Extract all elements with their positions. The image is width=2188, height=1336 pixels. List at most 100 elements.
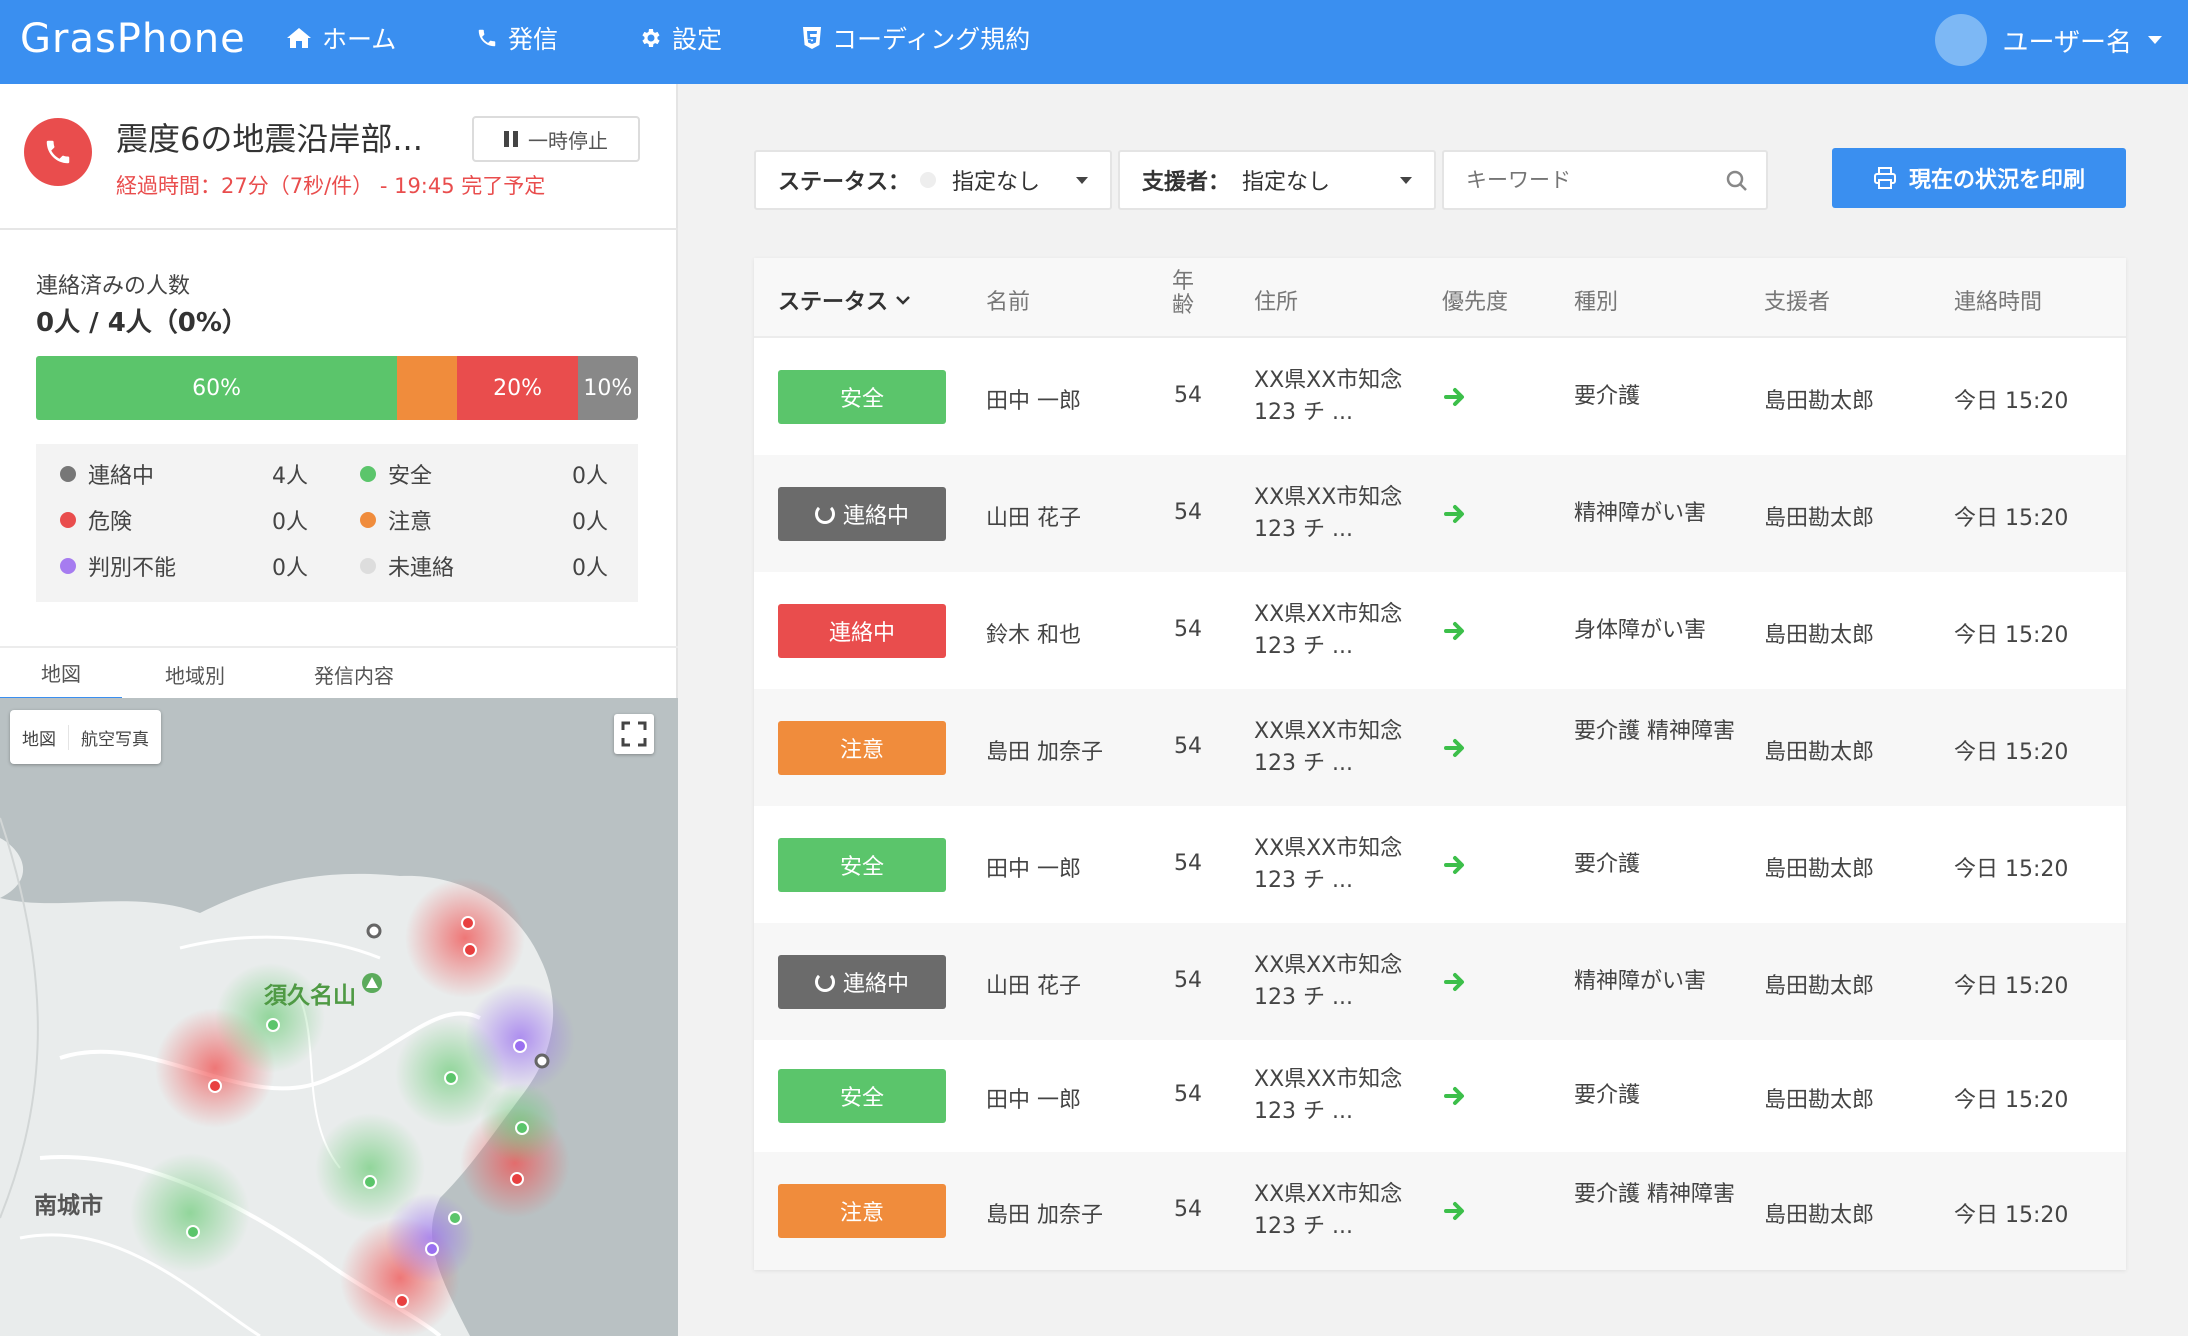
status-badge[interactable]: 安全 [778, 1069, 946, 1123]
gear-icon [642, 29, 660, 47]
phone-icon [478, 29, 496, 47]
table-row[interactable]: 注意 島田 加奈子 54 XX県XX市知念123 チ ... 要介護 精神障害 島田勘太郎… [754, 1152, 2126, 1270]
cell-supporter: 島田勘太郎 [1764, 505, 1875, 531]
table-row[interactable]: 安全 田中 一郎 54 XX県XX市知念123 チ ... 要介護 島田勘太郎 今日 15:… [754, 338, 2126, 455]
cell-address: XX県XX市知念123 チ ... [1254, 367, 1403, 425]
pause-icon [504, 131, 518, 147]
nav-coding-rules-label: コーディング規約 [832, 25, 1031, 54]
search-icon[interactable] [1726, 170, 1748, 192]
arrow-right-icon [1444, 855, 1466, 879]
cell-name: 田中 一郎 [986, 388, 1081, 414]
contacted-count: 0人 / 4人（0%） [36, 308, 248, 338]
cell-supporter: 島田勘太郎 [1764, 739, 1875, 765]
left-tabs: 地図 地域別 発信内容 [0, 646, 678, 700]
print-label: 現在の状況を印刷 [1908, 168, 2085, 193]
table-row[interactable]: 安全 田中 一郎 54 XX県XX市知念123 チ ... 要介護 島田勘太郎 今日 15:… [754, 1040, 2126, 1152]
tab-message[interactable]: 発信内容 [298, 648, 410, 700]
nav-coding-rules[interactable]: コーディング規約 [802, 20, 1030, 56]
status-filter-dot [920, 172, 937, 188]
arrow-right-icon [1444, 387, 1466, 411]
status-badge[interactable]: 連絡中 [778, 954, 946, 1009]
legend-item: 危険 [60, 504, 132, 536]
cell-type: 要介護 精神障害 [1574, 1182, 1735, 1207]
arrow-right-icon [1444, 504, 1466, 528]
cell-name: 田中 一郎 [986, 856, 1081, 882]
th-name: 名前 [986, 290, 1031, 315]
brand-logo[interactable]: GrasPhone [20, 16, 246, 62]
arrow-right-icon [1444, 621, 1466, 645]
status-badge[interactable]: 連絡中 [778, 603, 946, 658]
table-row[interactable]: 連絡中 鈴木 和也 54 XX県XX市知念123 チ ... 身体障がい害 島田勘太郎 今日… [754, 572, 2126, 689]
cell-name: 島田 加奈子 [986, 1203, 1103, 1228]
cell-address: XX県XX市知念123 チ ... [1254, 1067, 1403, 1124]
status-filter-value: 指定なし [952, 170, 1041, 195]
status-badge[interactable]: 注意 [778, 720, 946, 775]
fullscreen-icon[interactable] [614, 714, 654, 754]
cell-time: 今日 15:20 [1954, 388, 2069, 414]
map-label-mountain: 須久名山 [264, 983, 356, 1009]
status-filter[interactable]: ステータス： 指定なし [754, 150, 1112, 210]
th-status[interactable]: ステータス [778, 284, 910, 316]
pause-button[interactable]: 一時停止 [472, 116, 640, 162]
table-header: ステータス 名前 年齢 住所 優先度 種別 支援者 連絡時間 [754, 258, 2126, 338]
table-row[interactable]: 安全 田中 一郎 54 XX県XX市知念123 チ ... 要介護 島田勘太郎 今日 15:… [754, 806, 2126, 923]
arrow-right-icon [1444, 1201, 1466, 1225]
cell-address: XX県XX市知念123 チ ... [1254, 835, 1403, 893]
map-view[interactable]: 須久名山 南城市 地図 航空写真 [0, 698, 678, 1336]
map-type-satellite[interactable]: 航空写真 [69, 725, 161, 750]
cell-supporter: 島田勘太郎 [1764, 388, 1875, 414]
cell-age: 54 [1174, 967, 1202, 993]
contacted-label: 連絡済みの人数 [36, 274, 191, 299]
cell-supporter: 島田勘太郎 [1764, 973, 1875, 999]
arrow-right-icon [1444, 1086, 1466, 1110]
status-badge[interactable]: 安全 [778, 837, 946, 892]
cell-supporter: 島田勘太郎 [1764, 1203, 1875, 1228]
print-button[interactable]: 現在の状況を印刷 [1832, 148, 2126, 208]
left-panel: 震度6の地震沿岸部... 経過時間：27分（7秒/件） - 19:45 完了予定… [0, 84, 678, 1336]
th-address: 住所 [1254, 290, 1299, 315]
table-row[interactable]: 注意 島田 加奈子 54 XX県XX市知念123 チ ... 要介護 精神障害 島田勘太郎… [754, 689, 2126, 806]
th-time: 連絡時間 [1954, 290, 2043, 315]
cell-age: 54 [1174, 616, 1202, 642]
legend-item: 連絡中 [60, 458, 154, 490]
legend-item: 未連絡 [360, 550, 454, 582]
tab-map[interactable]: 地図 [0, 648, 122, 700]
nav-call-label: 発信 [508, 25, 559, 54]
status-legend: 連絡中 4人 安全 0人 危険 0人 注意 0人 判別不能 0人 未連絡 0人 [36, 444, 638, 602]
cell-name: 山田 花子 [986, 973, 1081, 999]
cell-age: 54 [1174, 850, 1202, 876]
cell-type: 精神障がい害 [1574, 968, 1707, 994]
status-dot [360, 466, 376, 482]
supporter-filter[interactable]: 支援者： 指定なし [1118, 150, 1436, 210]
status-badge[interactable]: 安全 [778, 369, 946, 424]
elapsed-time: 経過時間：27分（7秒/件） - 19:45 完了予定 [116, 174, 546, 198]
status-badge[interactable]: 注意 [778, 1184, 946, 1238]
supporter-filter-label: 支援者： [1142, 170, 1231, 195]
keyword-input[interactable] [1466, 168, 1706, 192]
map-type-toggle: 地図 航空写真 [10, 710, 161, 764]
cell-type: 身体障がい害 [1574, 617, 1707, 643]
avatar [1934, 14, 1987, 66]
map-canvas [0, 817, 575, 1336]
status-badge[interactable]: 連絡中 [778, 486, 946, 541]
tab-region[interactable]: 地域別 [150, 648, 240, 700]
cell-age: 54 [1174, 1082, 1202, 1107]
map-type-map[interactable]: 地図 [10, 724, 69, 750]
status-dot [60, 558, 76, 574]
user-menu[interactable]: ユーザー名 [1934, 14, 2162, 66]
printer-icon [1873, 167, 1896, 189]
chevron-down-icon [2148, 36, 2162, 44]
nav-call[interactable]: 発信 [476, 20, 558, 56]
pause-label: 一時停止 [528, 128, 608, 153]
table-row[interactable]: 連絡中 山田 花子 54 XX県XX市知念123 チ ... 精神障がい害 島田勘太郎 今日… [754, 923, 2126, 1040]
cell-time: 今日 15:20 [1954, 856, 2069, 882]
table-row[interactable]: 連絡中 山田 花子 54 XX県XX市知念123 チ ... 精神障がい害 島田勘太郎 今日… [754, 455, 2126, 572]
nav-settings[interactable]: 設定 [638, 20, 722, 56]
cell-address: XX県XX市知念123 チ ... [1254, 718, 1403, 776]
cell-type: 要介護 [1574, 851, 1641, 877]
keyword-search[interactable] [1442, 150, 1768, 210]
cell-supporter: 島田勘太郎 [1764, 622, 1875, 648]
progress-segment: 60% [36, 356, 398, 420]
legend-item: 安全 [360, 458, 432, 490]
nav-home[interactable]: ホーム [286, 20, 396, 56]
